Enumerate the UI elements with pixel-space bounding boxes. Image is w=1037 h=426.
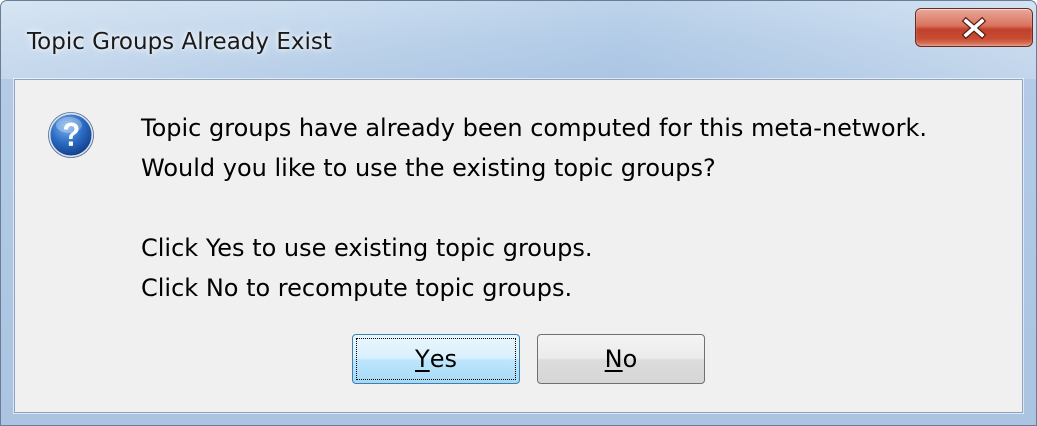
- close-icon: [961, 16, 987, 39]
- message-spacer: [141, 188, 927, 228]
- yes-mnemonic: Y: [415, 345, 430, 373]
- message-line: Click No to recompute topic groups.: [141, 274, 573, 302]
- no-button[interactable]: No: [537, 334, 705, 384]
- yes-button[interactable]: Yes: [352, 334, 520, 384]
- dialog-content: Topic groups have already been computed …: [14, 79, 1023, 413]
- no-mnemonic: N: [604, 345, 623, 373]
- message-line: Topic groups have already been computed …: [141, 114, 928, 142]
- message-line: Click Yes to use existing topic groups.: [141, 234, 593, 262]
- title-bar[interactable]: Topic Groups Already Exist: [1, 1, 1036, 79]
- dialog-message: Topic groups have already been computed …: [141, 108, 927, 308]
- close-button[interactable]: [915, 8, 1033, 47]
- message-line: Would you like to use the existing topic…: [141, 154, 716, 182]
- dialog-window: Topic Groups Already Exist Topic groups …: [0, 0, 1037, 426]
- no-label-rest: o: [622, 345, 638, 373]
- yes-label-rest: es: [429, 345, 457, 373]
- question-icon: [48, 112, 94, 158]
- window-title: Topic Groups Already Exist: [27, 29, 332, 55]
